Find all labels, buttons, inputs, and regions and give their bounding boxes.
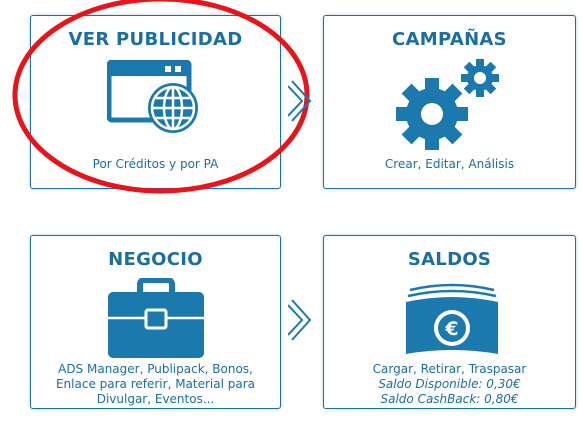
ver-publicidad-card[interactable]: VER PUBLICIDAD Por Créditos y por PA: [30, 15, 281, 189]
saldos-subtitle: Cargar, Retirar, Traspasar: [372, 362, 527, 376]
chevron-right-icon: [288, 299, 312, 341]
saldos-card[interactable]: SALDOS € Cargar, Retirar, Traspasar Sald…: [323, 235, 576, 409]
briefcase-icon: [108, 278, 204, 358]
svg-text:€: €: [444, 318, 458, 340]
browser-globe-icon: [107, 60, 198, 133]
ver-publicidad-title: VER PUBLICIDAD: [68, 29, 243, 50]
negocio-title: NEGOCIO: [108, 249, 203, 270]
negocio-card[interactable]: NEGOCIO ADS Manager, Publipack, Bonos, E…: [30, 235, 281, 409]
campanas-title: CAMPAÑAS: [392, 29, 507, 50]
saldo-cashback: Saldo CashBack: 0,80€: [380, 392, 519, 406]
saldos-title: SALDOS: [407, 249, 492, 270]
campanas-subtitle: Crear, Editar, Análisis: [384, 157, 515, 171]
chevron-right-icon: [288, 80, 312, 122]
euro-wallet-icon: €: [406, 283, 498, 354]
negocio-subtitle-2: Enlace para referir, Material para: [55, 377, 256, 391]
negocio-subtitle-3: Divulgar, Eventos...: [96, 392, 215, 406]
ver-publicidad-subtitle: Por Créditos y por PA: [92, 157, 219, 171]
campanas-card[interactable]: CAMPAÑAS Crear, Editar, Análisis: [323, 15, 576, 189]
gears-icon: [396, 59, 499, 150]
saldo-disponible: Saldo Disponible: 0,30€: [378, 377, 521, 391]
negocio-subtitle-1: ADS Manager, Publipack, Bonos,: [58, 362, 253, 376]
